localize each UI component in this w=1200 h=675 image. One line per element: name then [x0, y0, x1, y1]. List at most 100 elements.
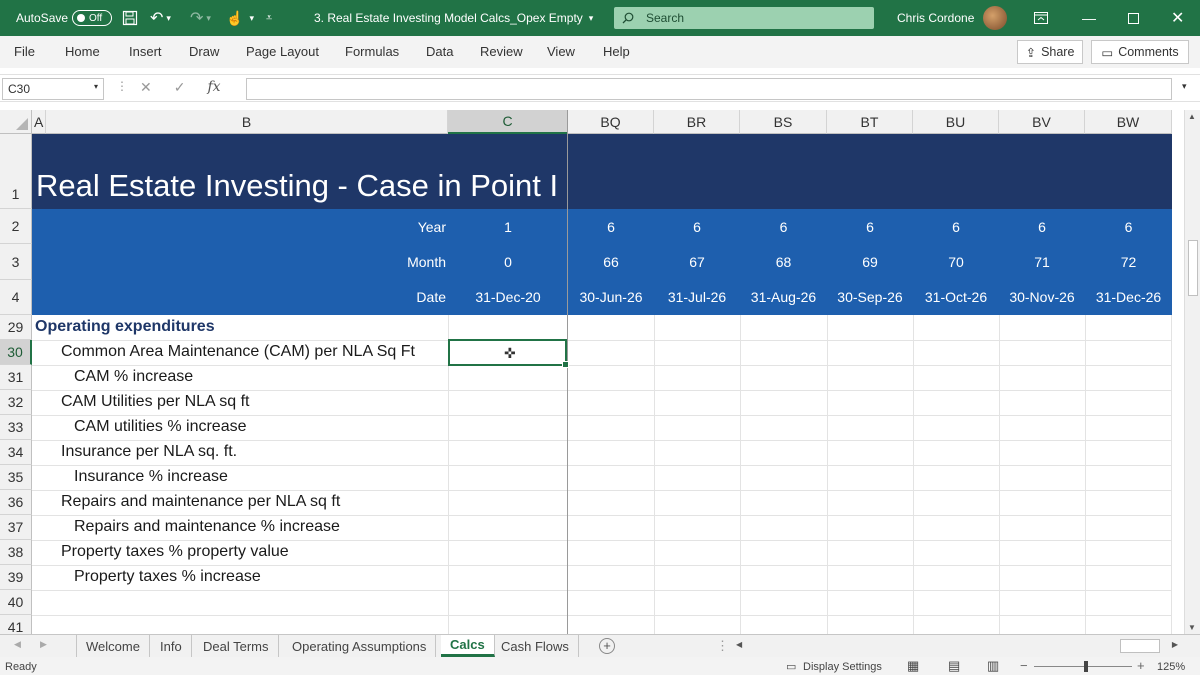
month-cell[interactable]: 66 [568, 244, 654, 279]
month-cell[interactable]: 71 [999, 244, 1085, 279]
line-item-label[interactable]: Insurance per NLA sq. ft. [61, 443, 237, 461]
zoom-out-icon[interactable]: − [1020, 658, 1028, 673]
line-item-label[interactable]: Repairs and maintenance per NLA sq ft [61, 493, 340, 511]
month-cell[interactable]: 69 [827, 244, 913, 279]
select-all-button[interactable] [0, 110, 32, 134]
row-header[interactable]: 33 [0, 415, 32, 440]
line-item-label[interactable]: Property taxes % property value [61, 543, 289, 561]
row-header[interactable]: 37 [0, 515, 32, 540]
column-header[interactable]: BW [1085, 110, 1172, 134]
month-cell[interactable]: 0 [448, 244, 568, 279]
row-header[interactable]: 3 [0, 244, 32, 280]
tab-splitter-icon[interactable]: ⋮ [716, 638, 729, 654]
formula-input[interactable] [246, 78, 1172, 100]
customize-qat-icon[interactable]: ⩡ [266, 0, 272, 36]
column-header[interactable]: BV [999, 110, 1085, 134]
add-sheet-icon[interactable]: + [599, 638, 615, 654]
line-item-label[interactable]: CAM % increase [74, 368, 193, 386]
row-header[interactable]: 40 [0, 590, 32, 615]
vertical-scroll-thumb[interactable] [1188, 240, 1198, 296]
tab-review[interactable]: Review [480, 44, 523, 59]
sheet-tab-info[interactable]: Info [151, 635, 192, 657]
line-item-label[interactable]: Property taxes % increase [74, 568, 261, 586]
line-item-label[interactable]: CAM Utilities per NLA sq ft [61, 393, 250, 411]
tab-scroll-right-icon[interactable]: ▶ [40, 639, 47, 650]
display-settings-label[interactable]: Display Settings [803, 661, 882, 673]
row-header[interactable]: 38 [0, 540, 32, 565]
tab-data[interactable]: Data [426, 44, 453, 59]
row-header[interactable]: 39 [0, 565, 32, 590]
tab-formulas[interactable]: Formulas [345, 44, 399, 59]
row-header[interactable]: 4 [0, 280, 32, 315]
date-cell[interactable]: 30-Nov-26 [999, 279, 1085, 314]
sheet-tab-cash-flows[interactable]: Cash Flows [492, 635, 579, 657]
scroll-right-icon[interactable]: ▶ [1172, 640, 1178, 649]
minimize-icon[interactable]: — [1082, 0, 1096, 36]
cancel-icon[interactable]: ✕ [140, 79, 152, 96]
sheet-tab-deal-terms[interactable]: Deal Terms [194, 635, 279, 657]
row-header[interactable]: 29 [0, 315, 32, 340]
year-cell[interactable]: 6 [999, 209, 1085, 244]
sheet-tab-operating-assumptions[interactable]: Operating Assumptions [283, 635, 437, 657]
autosave-toggle[interactable]: Off [72, 0, 112, 36]
worksheet-grid[interactable]: A B C BQ BR BS BT BU BV BW 1 2 3 4 29 30… [0, 110, 1184, 634]
column-header[interactable]: C [448, 110, 568, 134]
date-cell[interactable]: 30-Jun-26 [568, 279, 654, 314]
row-header[interactable]: 36 [0, 490, 32, 515]
sheet-tab-calcs[interactable]: Calcs [441, 635, 495, 657]
month-cell[interactable]: 67 [654, 244, 740, 279]
year-cell[interactable]: 6 [568, 209, 654, 244]
column-header[interactable]: B [46, 110, 448, 134]
month-cell[interactable]: 72 [1085, 244, 1172, 279]
tab-help[interactable]: Help [603, 44, 630, 59]
tab-scroll-left-icon[interactable]: ◀ [14, 639, 21, 650]
close-icon[interactable]: ✕ [1171, 0, 1184, 36]
column-header[interactable]: BU [913, 110, 999, 134]
active-cell-c30[interactable]: ✜ [448, 339, 569, 368]
page-break-preview-icon[interactable]: ▥ [987, 658, 999, 674]
date-cell[interactable]: 31-Aug-26 [740, 279, 827, 314]
scroll-left-icon[interactable]: ◀ [736, 640, 742, 649]
save-icon[interactable] [122, 0, 138, 36]
document-title[interactable]: 3. Real Estate Investing Model Calcs_Ope… [314, 0, 593, 36]
row-header[interactable]: 41 [0, 615, 32, 634]
name-box[interactable]: C30 ▾ [2, 78, 104, 100]
ribbon-display-options-icon[interactable] [1034, 0, 1048, 36]
sheet-tab-welcome[interactable]: Welcome [76, 635, 150, 657]
line-item-label[interactable]: Insurance % increase [74, 468, 228, 486]
date-cell[interactable]: 31-Dec-26 [1085, 279, 1172, 314]
row-header[interactable]: 35 [0, 465, 32, 490]
touch-mode-icon[interactable]: ☝ ▾ [226, 0, 254, 36]
column-header[interactable]: BQ [568, 110, 654, 134]
row-header[interactable]: 32 [0, 390, 32, 415]
date-cell[interactable]: 31-Jul-26 [654, 279, 740, 314]
undo-icon[interactable]: ↶ ▾ [150, 0, 171, 36]
month-cell[interactable]: 70 [913, 244, 999, 279]
year-cell[interactable]: 6 [827, 209, 913, 244]
horizontal-scroll-thumb[interactable] [1120, 639, 1160, 653]
tab-insert[interactable]: Insert [129, 44, 162, 59]
column-header[interactable]: BS [740, 110, 827, 134]
horizontal-scrollbar[interactable]: ◀ ▶ [732, 638, 1182, 654]
scroll-up-icon[interactable]: ▲ [1188, 112, 1196, 121]
date-cell[interactable]: 30-Sep-26 [827, 279, 913, 314]
share-button[interactable]: ⇪ Share [1017, 40, 1083, 64]
column-header[interactable]: A [32, 110, 46, 134]
avatar[interactable] [983, 6, 1007, 30]
row-header[interactable]: 1 [0, 134, 32, 209]
scroll-down-icon[interactable]: ▼ [1188, 623, 1196, 632]
insert-function-icon[interactable]: fx [207, 79, 220, 96]
tab-page-layout[interactable]: Page Layout [246, 44, 319, 59]
row-header[interactable]: 30 [0, 340, 32, 365]
row-header[interactable]: 31 [0, 365, 32, 390]
row-header[interactable]: 34 [0, 440, 32, 465]
section-title[interactable]: Operating expenditures [35, 318, 215, 336]
normal-view-icon[interactable]: ▦ [907, 658, 919, 674]
tab-file[interactable]: File [14, 44, 35, 59]
tab-home[interactable]: Home [65, 44, 100, 59]
redo-icon[interactable]: ↷ ▾ [190, 0, 211, 36]
tab-draw[interactable]: Draw [189, 44, 219, 59]
month-cell[interactable]: 68 [740, 244, 827, 279]
year-cell[interactable]: 6 [913, 209, 999, 244]
year-cell[interactable]: 1 [448, 209, 568, 244]
